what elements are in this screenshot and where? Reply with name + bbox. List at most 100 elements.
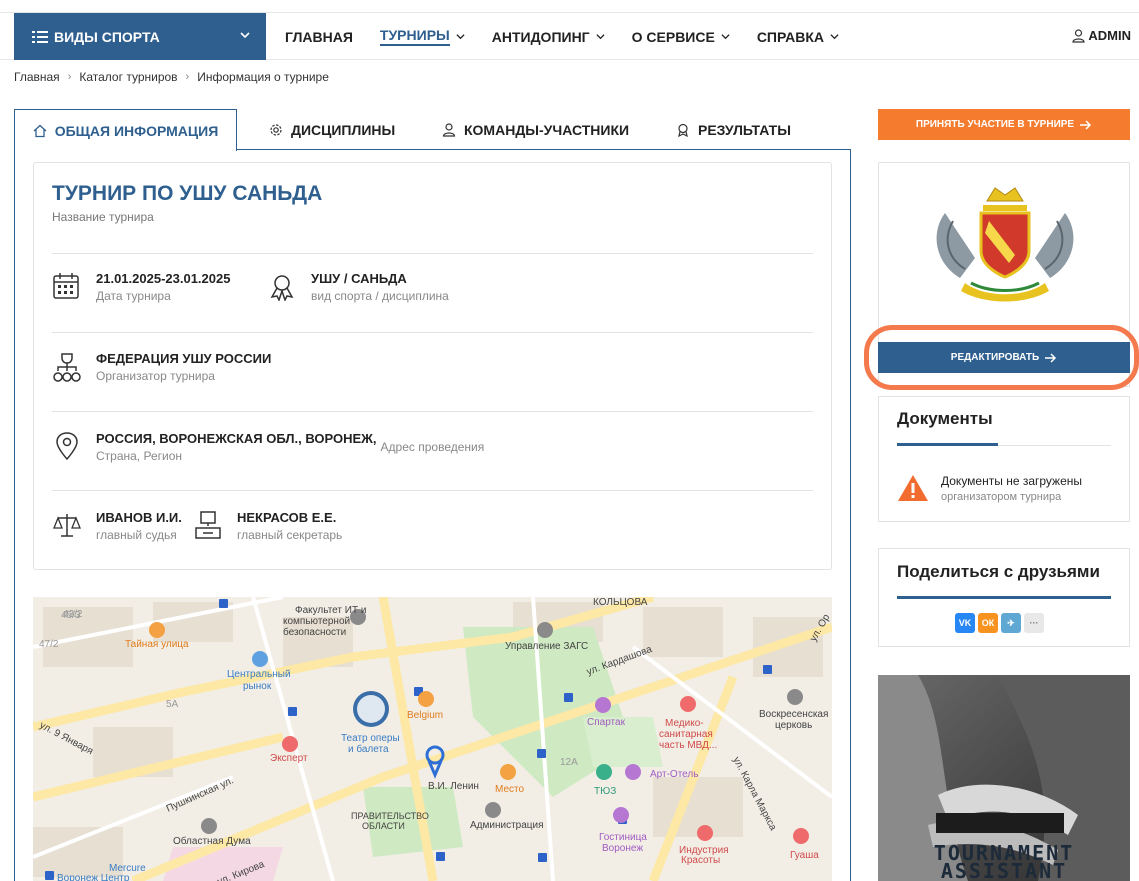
chevron-down-icon <box>240 32 250 39</box>
tab-label: ОБЩАЯ ИНФОРМАЦИЯ <box>54 122 219 139</box>
edit-tournament-button[interactable]: РЕДАКТИРОВАТЬ <box>878 342 1130 373</box>
breadcrumb-home[interactable]: Главная <box>14 70 60 84</box>
map-label: Эксперт <box>270 753 308 764</box>
date-field: 21.01.2025-23.01.2025 Дата турнира <box>52 271 230 303</box>
user-icon <box>1072 28 1085 43</box>
tab-general-info[interactable]: ОБЩАЯ ИНФОРМАЦИЯ <box>14 109 237 151</box>
edit-button-label: РЕДАКТИРОВАТЬ <box>950 352 1040 363</box>
tab-disciplines[interactable]: ДИСЦИПЛИНЫ <box>269 109 395 150</box>
share-underline <box>897 596 1111 599</box>
telegram-share-icon[interactable]: ✈ <box>1001 613 1021 633</box>
map-label: Красоты <box>681 855 720 866</box>
tournament-info-card: ТУРНИР ПО УШУ САНЬДА Название турнира 21… <box>33 162 832 570</box>
medal-icon <box>678 123 688 137</box>
breadcrumb-catalog[interactable]: Каталог турниров <box>79 70 177 84</box>
more-share-icon[interactable]: ··· <box>1024 613 1044 633</box>
map-label: Воронеж Центр <box>57 873 130 881</box>
nav-item-home[interactable]: ГЛАВНАЯ <box>285 29 353 45</box>
map-label: безопасности <box>283 626 346 638</box>
map-label: КОЛЬЦОВА <box>593 597 648 608</box>
vk-share-icon[interactable]: VK <box>955 613 975 633</box>
user-menu[interactable]: ADMIN <box>1072 28 1131 43</box>
breadcrumb-separator: › <box>185 71 190 83</box>
map-label: Гостиница <box>599 832 647 843</box>
map-label: 43/2 <box>63 609 83 620</box>
documents-empty-notice: Документы не загружены организатором тур… <box>897 474 1082 503</box>
secretary-label: главный секретарь <box>237 528 343 542</box>
chevron-down-icon <box>830 34 839 40</box>
workstation-icon <box>195 511 221 539</box>
top-navbar: ВИДЫ СПОРТА ГЛАВНАЯ ТУРНИРЫ АНТИДОПИНГ О… <box>0 12 1139 60</box>
ok-share-icon[interactable]: ОК <box>978 613 998 633</box>
share-buttons: VK ОК ✈ ··· <box>955 613 1044 633</box>
organizer-field: ФЕДЕРАЦИЯ УШУ РОССИИ Организатор турнира <box>52 351 271 387</box>
map-label: ПРАВИТЕЛЬСТВО <box>351 811 429 821</box>
location-field: РОССИЯ, ВОРОНЕЖСКАЯ ОБЛ., ВОРОНЕЖ, Страна… <box>52 431 484 463</box>
address-label: Адрес проведения <box>380 440 485 454</box>
main-nav: ГЛАВНАЯ ТУРНИРЫ АНТИДОПИНГ О СЕРВИСЕ СПР… <box>285 13 866 60</box>
scales-icon <box>53 514 81 537</box>
map-label: компьютерной <box>283 616 350 627</box>
judge-field: ИВАНОВ И.И. главный судья <box>52 510 182 542</box>
banner-title-line2: ASSISTANT <box>940 859 1068 881</box>
tournament-location: РОССИЯ, ВОРОНЕЖСКАЯ ОБЛ., ВОРОНЕЖ, <box>96 431 377 446</box>
map-label: Воронеж <box>602 843 643 854</box>
tab-results[interactable]: РЕЗУЛЬТАТЫ <box>676 109 791 150</box>
divider <box>998 445 1111 446</box>
join-tournament-button[interactable]: ПРИНЯТЬ УЧАСТИЕ В ТУРНИРЕ <box>878 109 1130 140</box>
home-icon <box>33 124 47 137</box>
map-label: Воскресенская <box>759 709 828 720</box>
chevron-down-icon <box>456 34 465 40</box>
tab-teams[interactable]: КОМАНДЫ-УЧАСТНИКИ <box>442 109 629 150</box>
nav-item-about[interactable]: О СЕРВИСЕ <box>632 29 730 45</box>
documents-empty-text: Документы не загружены <box>941 474 1083 488</box>
judge-label: главный судья <box>96 528 177 542</box>
award-ribbon-icon <box>270 275 294 301</box>
arrow-right-icon <box>1045 352 1057 363</box>
sport-menu-button[interactable]: ВИДЫ СПОРТА <box>14 13 266 60</box>
tab-label: ДИСЦИПЛИНЫ <box>291 121 396 138</box>
map-label: Управление ЗАГС <box>505 641 588 652</box>
calendar-icon <box>53 273 79 299</box>
list-icon <box>32 30 48 43</box>
tournament-title-label: Название турнира <box>52 210 154 224</box>
breadcrumb-current: Информация о турнире <box>197 70 329 84</box>
map-label: Belgium <box>407 710 443 721</box>
divider <box>52 411 813 412</box>
divider <box>52 490 813 491</box>
breadcrumb-separator: › <box>67 71 72 83</box>
map-canvas: Факультет ИТ и компьютерной безопасности… <box>33 597 832 881</box>
tab-label: КОМАНДЫ-УЧАСТНИКИ <box>464 121 630 138</box>
map-label: и балета <box>348 743 389 755</box>
map-label: 5А <box>166 699 179 710</box>
user-icon <box>442 122 456 137</box>
location-label: Страна, Регион <box>96 449 183 463</box>
dates-label: Дата турнира <box>96 289 171 303</box>
map-label: ТЮЗ <box>594 786 616 797</box>
share-panel: Поделиться с друзьями VK ОК ✈ ··· <box>878 548 1130 647</box>
nav-item-help[interactable]: СПРАВКА <box>757 29 839 45</box>
map-label: Областная Дума <box>173 835 251 847</box>
map-label: Администрация <box>470 820 544 831</box>
warning-icon <box>898 475 928 501</box>
map-label: 12А <box>560 757 578 768</box>
organization-icon <box>53 353 81 382</box>
arrow-right-icon <box>1080 119 1092 130</box>
nav-label: АНТИДОПИНГ <box>491 28 590 45</box>
tournament-sport: УШУ / САНЬДА <box>311 271 407 286</box>
nav-item-tournaments[interactable]: ТУРНИРЫ <box>379 27 465 46</box>
nav-label: СПРАВКА <box>756 28 824 45</box>
map-label: рынок <box>243 681 272 692</box>
venue-map[interactable]: Факультет ИТ и компьютерной безопасности… <box>33 597 832 881</box>
tournament-assistant-banner[interactable]: TOURNAMENT ASSISTANT <box>878 675 1130 881</box>
nav-label: ТУРНИРЫ <box>379 27 450 46</box>
nav-item-antidoping[interactable]: АНТИДОПИНГ <box>492 29 605 45</box>
tab-label: РЕЗУЛЬТАТЫ <box>698 121 791 138</box>
chevron-down-icon <box>721 34 730 40</box>
map-label: Театр оперы <box>341 733 400 744</box>
nav-label: ГЛАВНАЯ <box>285 28 353 45</box>
map-label: санитарная <box>659 729 713 740</box>
map-label: Арт-Отель <box>650 769 698 780</box>
chief-secretary: НЕКРАСОВ Е.Е. <box>237 510 337 525</box>
map-label: Гуаша <box>790 850 819 861</box>
